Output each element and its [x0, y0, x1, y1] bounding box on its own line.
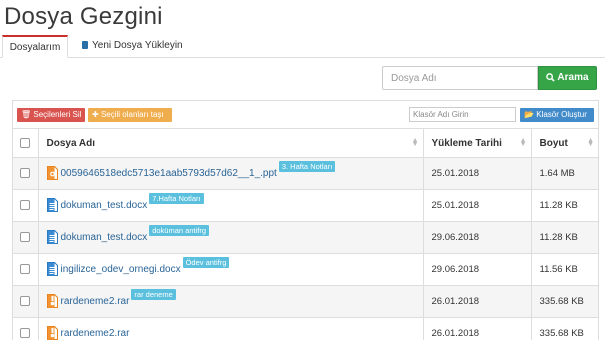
- table-row: rardeneme2.rarrar deneme 26.01.2018 335.…: [13, 285, 598, 318]
- word-file-icon: [46, 230, 58, 247]
- create-folder-label: Klasör Oluştur: [536, 110, 587, 119]
- document-icon: [82, 41, 88, 49]
- table-row: ingilizce_odev_ornegi.docxÖdev antifrg 2…: [13, 253, 598, 286]
- row-check-cell: [13, 317, 39, 340]
- row-checkbox[interactable]: [20, 168, 31, 179]
- header-file-name-label: Dosya Adı: [46, 137, 96, 149]
- sort-icon: ▲ ▼: [587, 137, 594, 148]
- folder-name-input[interactable]: [409, 107, 516, 122]
- search-input[interactable]: [382, 66, 538, 90]
- sort-icon: ▲ ▼: [519, 137, 527, 148]
- search-icon: [546, 73, 556, 82]
- delete-selected-button[interactable]: 🗑 Seçilenleri Sil: [17, 108, 85, 122]
- folder-icon: 📂: [524, 110, 534, 119]
- size-cell: 1.64 MB: [531, 157, 598, 190]
- size-cell: 11.28 KB: [531, 189, 598, 222]
- file-link[interactable]: ingilizce_odev_ornegi.docx: [61, 264, 181, 275]
- file-link[interactable]: dokuman_test.docx: [61, 232, 148, 243]
- file-name-cell: dokuman_test.docxdoküman antifrg: [38, 221, 424, 254]
- row-check-cell: [13, 285, 39, 318]
- size-cell: 11.28 KB: [531, 221, 598, 254]
- size-cell: 335.68 KB: [531, 285, 598, 318]
- search-button-label: Arama: [557, 72, 589, 83]
- presentation-file-icon: [46, 166, 58, 183]
- plus-icon: ✚: [92, 110, 99, 119]
- page-title: Dosya Gezgini: [4, 3, 163, 30]
- file-name-cell: ingilizce_odev_ornegi.docxÖdev antifrg: [38, 253, 424, 286]
- header-file-name[interactable]: Dosya Adı ▲ ▼: [38, 128, 424, 158]
- file-panel: 🗑 Seçilenleri Sil ✚ Seçili olanları taşı…: [12, 100, 599, 340]
- tab-my-files-label: Dosyalarım: [9, 42, 61, 53]
- archive-file-icon: [46, 326, 58, 340]
- file-name-cell: rardeneme2.rarrar deneme: [38, 285, 424, 318]
- row-check-cell: [13, 157, 39, 190]
- table-row: dokuman_test.docx7.Hafta Notları 25.01.2…: [13, 189, 598, 222]
- row-checkbox[interactable]: [20, 200, 31, 211]
- file-link[interactable]: rardeneme2.rar: [61, 296, 130, 307]
- file-tag[interactable]: Ödev antifrg: [182, 257, 230, 268]
- file-table: Dosya Adı ▲ ▼ Yükleme Tarihi ▲ ▼ Boyut ▲ ▼ 005…: [13, 128, 598, 340]
- size-cell: 335.68 KB: [531, 317, 598, 340]
- upload-date-cell: 25.01.2018: [423, 189, 532, 222]
- file-name-cell: dokuman_test.docx7.Hafta Notları: [38, 189, 424, 222]
- tab-my-files[interactable]: Dosyalarım: [2, 35, 68, 58]
- file-name-cell: 0059646518edc5713e1aab5793d57d62__1_.ppt…: [38, 157, 424, 190]
- header-upload-date-label: Yükleme Tarihi: [431, 137, 502, 149]
- table-row: dokuman_test.docxdoküman antifrg 29.06.2…: [13, 221, 598, 254]
- file-tag[interactable]: doküman antifrg: [149, 225, 210, 236]
- upload-date-cell: 26.01.2018: [423, 285, 532, 318]
- file-tag[interactable]: rar deneme: [131, 289, 176, 300]
- upload-date-cell: 25.01.2018: [423, 157, 532, 190]
- trash-icon: 🗑: [21, 110, 32, 119]
- file-tag[interactable]: 3. Hafta Notları: [278, 161, 336, 172]
- select-all-cell: [13, 128, 39, 158]
- row-checkbox[interactable]: [20, 264, 31, 275]
- move-selected-button[interactable]: ✚ Seçili olanları taşı: [88, 108, 172, 122]
- row-check-cell: [13, 189, 39, 222]
- word-file-icon: [46, 198, 58, 215]
- sort-icon: ▲ ▼: [411, 137, 419, 148]
- header-size-label: Boyut: [539, 137, 568, 149]
- tab-upload-file-label: Yeni Dosya Yükleyin: [92, 40, 183, 51]
- word-file-icon: [46, 262, 58, 279]
- file-link[interactable]: dokuman_test.docx: [61, 200, 148, 211]
- tab-bar: Dosyalarım Yeni Dosya Yükleyin: [0, 33, 605, 58]
- search-button[interactable]: Arama: [538, 66, 597, 90]
- header-upload-date[interactable]: Yükleme Tarihi ▲ ▼: [423, 128, 532, 158]
- file-name-cell: rardeneme2.rar: [38, 317, 424, 340]
- row-check-cell: [13, 221, 39, 254]
- upload-date-cell: 29.06.2018: [423, 253, 532, 286]
- size-cell: 11.56 KB: [531, 253, 598, 286]
- row-check-cell: [13, 253, 39, 286]
- archive-file-icon: [46, 294, 58, 311]
- delete-selected-label: Seçilenleri Sil: [33, 110, 82, 119]
- upload-date-cell: 29.06.2018: [423, 221, 532, 254]
- file-link[interactable]: 0059646518edc5713e1aab5793d57d62__1_.ppt: [61, 168, 277, 179]
- file-link[interactable]: rardeneme2.rar: [61, 328, 130, 339]
- row-checkbox[interactable]: [20, 328, 31, 339]
- row-checkbox[interactable]: [20, 296, 31, 307]
- table-row: rardeneme2.rar 26.01.2018 335.68 KB: [13, 317, 598, 340]
- create-folder-button[interactable]: 📂 Klasör Oluştur: [520, 108, 594, 122]
- move-selected-label: Seçili olanları taşı: [100, 110, 164, 119]
- row-checkbox[interactable]: [20, 232, 31, 243]
- file-tag[interactable]: 7.Hafta Notları: [149, 193, 204, 204]
- table-row: 0059646518edc5713e1aab5793d57d62__1_.ppt…: [13, 157, 598, 190]
- tab-upload-file[interactable]: Yeni Dosya Yükleyin: [74, 35, 191, 58]
- header-size[interactable]: Boyut ▲ ▼: [531, 128, 598, 158]
- select-all-checkbox[interactable]: [20, 137, 31, 148]
- upload-date-cell: 26.01.2018: [423, 317, 532, 340]
